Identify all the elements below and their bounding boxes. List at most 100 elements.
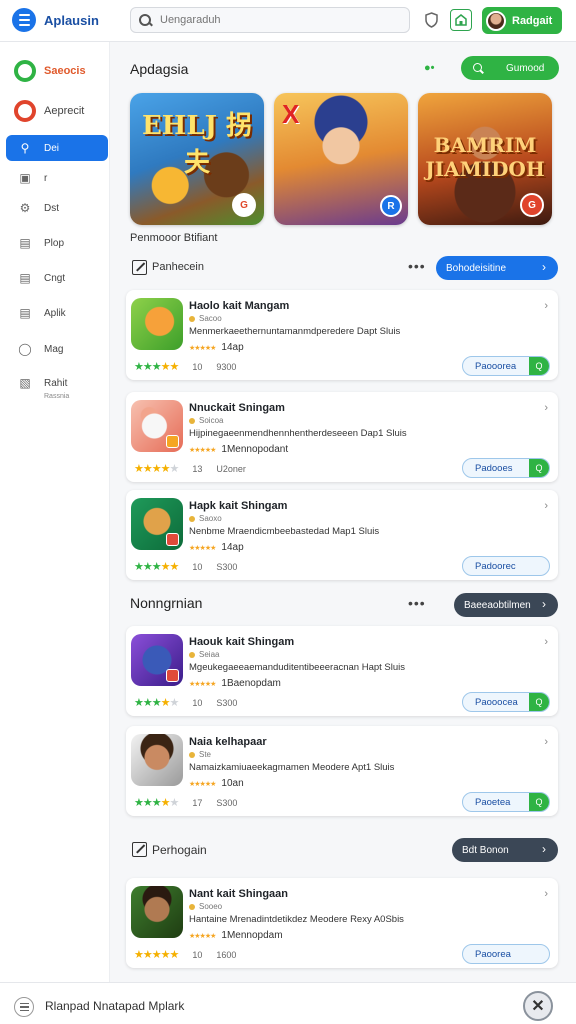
user-name: Radgait [512,14,553,27]
doc-icon: ▤ [19,271,31,285]
star-rating: ★★★★★ [134,949,179,961]
sidebar-item-settings[interactable]: ⚙ Dst [6,195,108,221]
featured-caption: Penmooor Btifiant [130,232,218,244]
install-label: Padooes [475,462,513,474]
developer-icon [189,903,195,910]
sidebar-item-cngt[interactable]: ▤ Cngt [6,265,108,291]
app-size: S300 [216,697,238,708]
app-card[interactable]: Haouk kait Shingam Seiaa Mgeukegaeeaeman… [126,626,558,716]
install-button[interactable]: Paooorea Q [462,356,550,376]
search-bar[interactable] [130,7,410,33]
chevron-right-icon: › [542,260,546,274]
install-button[interactable]: Paooocea Q [462,692,550,712]
app-name: Aplausin [44,12,99,28]
search-input[interactable] [160,14,380,26]
app-developer: Soicoa [189,416,223,425]
chevron-right-icon[interactable]: › [544,402,548,414]
developer-icon [189,315,195,322]
chevron-right-icon[interactable]: › [544,300,548,312]
chart-icon: ▧ [19,376,31,390]
app-rating: ★★★★★ 10 S300 [134,560,237,573]
section-header-3: Perhogain Bdt Bonon › [130,838,558,862]
chevron-right-icon[interactable]: › [544,636,548,648]
app-mini-rating: ★★★★★ 14ap [189,342,244,353]
sidebar-item-label: Plop [44,237,65,249]
sidebar-item-sublabel: Rassnia [44,393,70,400]
section-action-button[interactable]: Baeeaobtilmen › [454,593,558,617]
featured-banner-2[interactable]: X R [274,93,408,225]
chevron-right-icon[interactable]: › [544,500,548,512]
app-card[interactable]: Naia kelhapaar Ste Namaizkamiuaeekagmame… [126,726,558,816]
chevron-right-icon[interactable]: › [544,736,548,748]
app-rating: ★★★★★ 13 U2oner [134,462,246,475]
banner-title: EHLJ 拐夫 [141,111,253,178]
install-button[interactable]: Paoorea [462,944,550,964]
install-tail: Q [529,693,549,711]
edit-icon[interactable] [132,260,147,275]
app-mini-rating: ★★★★★ 1Mennopdam [189,930,283,941]
sidebar-item-mag[interactable]: ◯ Mag [6,336,108,362]
app-developer: Sooeo [189,902,222,911]
sidebar-item-image[interactable]: ▣ r [6,165,108,191]
user-account-button[interactable]: Radgait [482,7,562,34]
edit-icon[interactable] [132,842,147,857]
mini-stars-icon: ★★★★★ [189,932,216,940]
search-icon [473,62,484,74]
install-tail: Q [529,459,549,477]
app-card[interactable]: Nant kait Shingaan Sooeo Hantaine Mrenad… [126,878,558,968]
install-button[interactable]: Padoorec [462,556,550,576]
app-thumbnail [131,400,183,452]
sidebar-top-item-2[interactable]: Aeprecit [14,100,84,122]
install-label: Paoorea [475,948,511,960]
sidebar-item-aplik[interactable]: ▤ Aplik [6,300,108,326]
sidebar-item-label: Dei [44,142,60,154]
sidebar-top-item-1[interactable]: Saeocis [14,60,86,82]
app-mini-rating: ★★★★★ 1Mennopodant [189,444,288,455]
section-action-label: Bohodeisitine [446,262,507,274]
chevron-right-icon: › [542,842,546,856]
more-icon[interactable]: ••• [408,595,426,611]
section-action-button[interactable]: Bdt Bonon › [452,838,558,862]
developer-icon [189,751,195,758]
app-size: U2oner [216,463,246,474]
more-icon[interactable]: ••• [408,258,426,274]
app-card[interactable]: Nnuckait Sningam Soicoa Hijpinegaeenmend… [126,392,558,482]
menu-icon[interactable] [12,8,36,32]
app-thumbnail [131,886,183,938]
section-header-1: Panhecein ••• Bohodeisitine › [130,256,558,280]
app-size: S300 [216,561,238,572]
sidebar-item-label: Dst [44,202,59,214]
developer-name: Ste [199,750,212,759]
install-button[interactable]: Padooes Q [462,458,550,478]
star-rating: ★★★★★ [134,697,179,709]
info-icon: ◯ [18,342,32,356]
app-card[interactable]: Hapk kait Shingam Saoxo Nenbme Mraendicm… [126,490,558,580]
filter-dot-icon[interactable]: ●• [424,62,435,74]
rating-count: 10 [192,697,203,708]
featured-banner-3[interactable]: BAMRIM JIAMIDOH G [418,93,552,225]
section-action-button[interactable]: Bohodeisitine › [436,256,558,280]
section-header-2: Nonngrnian ••• Baeeaobtilmen › [130,593,558,617]
sidebar-item-dei[interactable]: ⚲ Dei [6,135,108,161]
app-card[interactable]: Haolo kait Mangam Sacoo Menmerkaeethernu… [126,290,558,380]
install-button[interactable]: Paoetea Q [462,792,550,812]
bottom-bar-text: Rlanpad Nnatapad Mplark [45,999,185,1013]
sidebar-item-plop[interactable]: ▤ Plop [6,230,108,256]
file-icon: ▤ [19,236,31,250]
featured-banner-1[interactable]: EHLJ 拐夫 G [130,93,264,225]
featured-search-button[interactable]: Gumood [461,56,559,80]
shield-icon[interactable] [420,9,442,31]
app-brand[interactable]: Aplausin [12,8,99,32]
store-icon[interactable] [450,9,472,31]
developer-icon [189,417,195,424]
app-thumbnail [131,298,183,350]
rating-count: 17 [192,797,203,808]
app-mini-rating: ★★★★★ 14ap [189,542,244,553]
developer-name: Seiaa [199,650,220,659]
tag-icon: ⚲ [20,141,30,155]
circle-icon [14,60,36,82]
sidebar-item-label: r [44,172,48,184]
close-button[interactable]: ✕ [523,991,553,1021]
chevron-right-icon[interactable]: › [544,888,548,900]
menu-icon[interactable] [14,997,34,1017]
